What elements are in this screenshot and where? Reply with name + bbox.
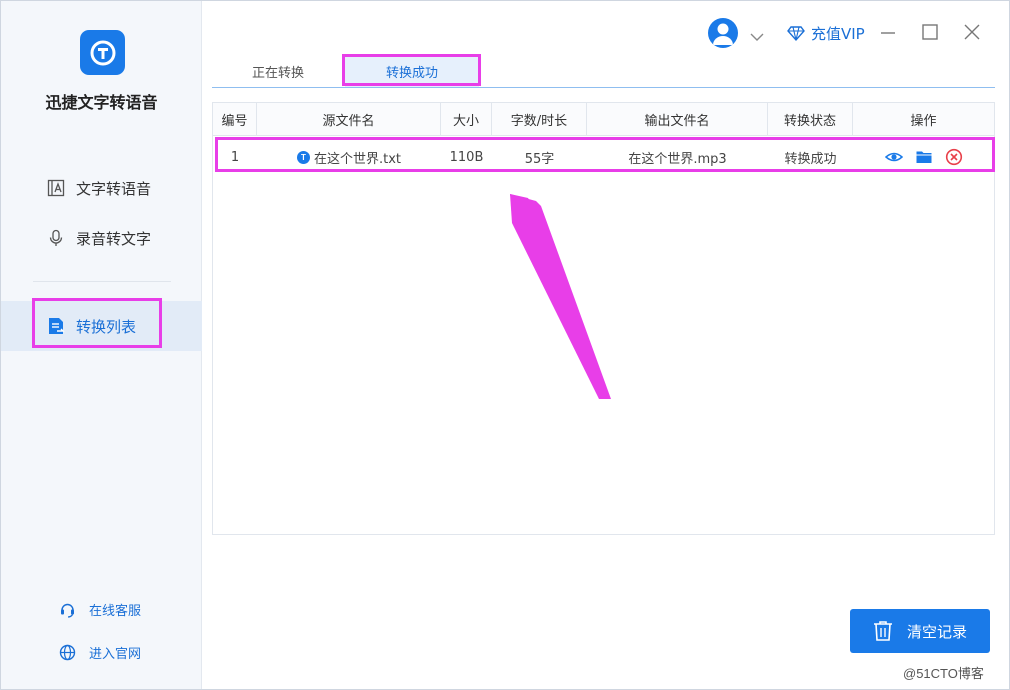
- sidebar-item-label: 转换列表: [76, 317, 137, 336]
- output-file-name: 在这个世界.mp3: [628, 151, 727, 167]
- text-to-speech-icon: [47, 179, 65, 197]
- online-support-link[interactable]: 在线客服: [59, 599, 141, 619]
- official-website-label: 进入官网: [89, 646, 142, 662]
- tabs-underline: [212, 87, 995, 88]
- tab-conversion-success[interactable]: 转换成功: [345, 55, 479, 87]
- diamond-icon: [787, 24, 805, 42]
- vip-label: 充值VIP: [811, 24, 865, 43]
- source-file-name: 在这个世界.txt: [313, 151, 402, 167]
- sidebar-item-label: 录音转文字: [76, 229, 152, 248]
- table-row[interactable]: 1 T 在这个世界.txt 110B 55字 在这个世界.mp3 转换成功: [213, 139, 994, 175]
- delete-icon[interactable]: [945, 148, 963, 166]
- user-avatar[interactable]: [708, 18, 738, 48]
- column-header: 操作: [910, 113, 937, 129]
- globe-icon: [59, 644, 76, 661]
- app-name: 迅捷文字转语音: [45, 93, 158, 112]
- open-folder-icon[interactable]: [915, 148, 933, 166]
- chevron-down-icon[interactable]: [749, 28, 765, 41]
- column-header: 字数/时长: [492, 103, 587, 135]
- preview-eye-icon[interactable]: [884, 148, 903, 166]
- vip-recharge-button[interactable]: 充值VIP: [787, 23, 865, 43]
- online-support-label: 在线客服: [89, 603, 142, 619]
- official-website-link[interactable]: 进入官网: [59, 642, 141, 662]
- watermark: @51CTO博客: [903, 666, 984, 681]
- trash-icon: [873, 620, 893, 642]
- source-file-cell: T 在这个世界.txt: [257, 139, 441, 175]
- app-window: 迅捷文字转语音 文字转语音 录音转文字 转换列表 在线客服 进入官网 充值VIP…: [0, 0, 1010, 690]
- close-icon[interactable]: [963, 23, 981, 41]
- word-count: 55字: [524, 151, 555, 167]
- sidebar-item-text-to-speech[interactable]: 文字转语音: [1, 170, 202, 206]
- column-header: 大小: [441, 103, 492, 135]
- microphone-icon: [47, 229, 65, 247]
- sidebar-item-speech-to-text[interactable]: 录音转文字: [1, 220, 202, 256]
- clear-records-button[interactable]: 清空记录: [850, 609, 990, 653]
- column-header: 转换状态: [768, 103, 853, 135]
- minimize-icon[interactable]: [879, 23, 897, 41]
- tab-converting[interactable]: 正在转换: [233, 55, 323, 87]
- headset-icon: [59, 601, 76, 618]
- conversion-status: 转换成功: [784, 151, 837, 167]
- column-header: 输出文件名: [587, 103, 768, 135]
- column-header: 编号: [213, 103, 257, 135]
- text-file-icon: T: [296, 150, 310, 164]
- conversion-list-icon: [47, 317, 65, 335]
- sidebar-item-label: 文字转语音: [76, 179, 152, 198]
- sidebar: 迅捷文字转语音 文字转语音 录音转文字 转换列表 在线客服 进入官网: [1, 1, 202, 689]
- conversion-table: 编号 源文件名 大小 字数/时长 输出文件名 转换状态 操作 1 T 在这个世界…: [212, 102, 995, 535]
- column-header: 源文件名: [257, 103, 441, 135]
- table-header: 编号 源文件名 大小 字数/时长 输出文件名 转换状态 操作: [213, 103, 994, 136]
- app-logo: [80, 30, 125, 75]
- clear-records-label: 清空记录: [906, 622, 967, 641]
- row-actions: [853, 139, 994, 175]
- sidebar-item-conversion-list[interactable]: 转换列表: [1, 301, 202, 351]
- file-size: 110B: [449, 149, 484, 165]
- row-index: 1: [230, 149, 240, 165]
- maximize-icon[interactable]: [921, 23, 939, 41]
- sidebar-divider: [33, 281, 171, 282]
